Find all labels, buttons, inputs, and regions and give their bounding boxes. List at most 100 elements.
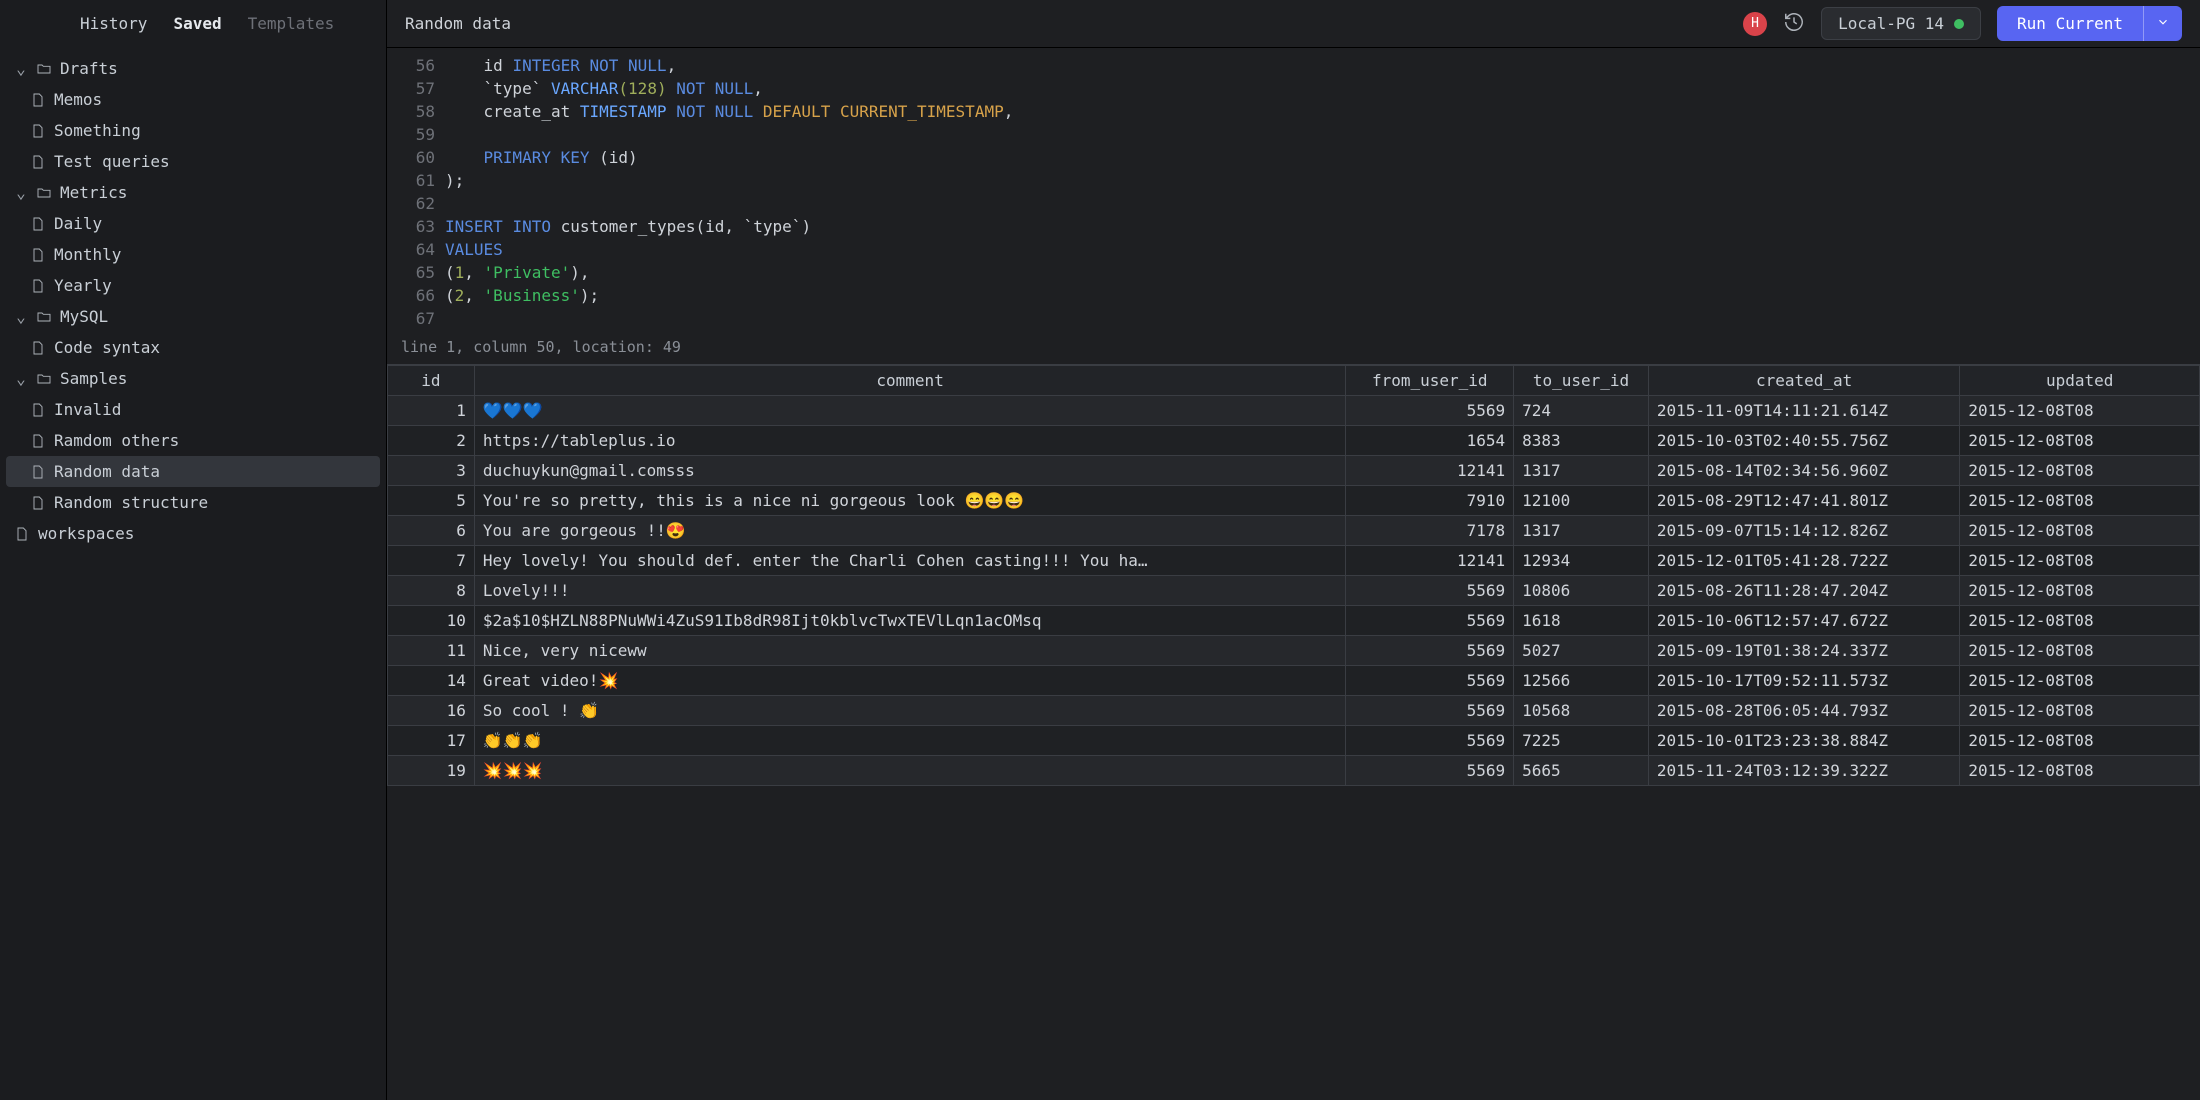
file-yearly[interactable]: Yearly (6, 270, 380, 301)
file-random-data[interactable]: Random data (6, 456, 380, 487)
table-cell[interactable]: 5569 (1346, 636, 1514, 666)
table-cell[interactable]: 2015-12-08T08 (1960, 516, 2200, 546)
table-cell[interactable]: 💥💥💥 (474, 756, 1346, 786)
file-something[interactable]: Something (6, 115, 380, 146)
sql-editor[interactable]: 565758596061626364656667 id INTEGER NOT … (387, 48, 2200, 364)
table-cell[interactable]: 1618 (1514, 606, 1649, 636)
table-cell[interactable]: So cool ! 👏 (474, 696, 1346, 726)
table-cell[interactable]: 2015-12-08T08 (1960, 546, 2200, 576)
folder-metrics[interactable]: ⌄ Metrics (6, 177, 380, 208)
table-cell[interactable]: 5027 (1514, 636, 1649, 666)
table-cell[interactable]: 17 (388, 726, 475, 756)
table-cell[interactable]: 2015-10-17T09:52:11.573Z (1648, 666, 1959, 696)
table-cell[interactable]: 2015-09-07T15:14:12.826Z (1648, 516, 1959, 546)
table-cell[interactable]: 5569 (1346, 696, 1514, 726)
table-cell[interactable]: 1654 (1346, 426, 1514, 456)
table-cell[interactable]: 2015-08-29T12:47:41.801Z (1648, 486, 1959, 516)
folder-drafts[interactable]: ⌄ Drafts (6, 53, 380, 84)
folder-mysql[interactable]: ⌄ MySQL (6, 301, 380, 332)
file-workspaces[interactable]: workspaces (6, 518, 380, 549)
table-cell[interactable]: 2015-12-01T05:41:28.722Z (1648, 546, 1959, 576)
code-lines[interactable]: id INTEGER NOT NULL, `type` VARCHAR(128)… (445, 48, 1013, 336)
table-cell[interactable]: 2015-09-19T01:38:24.337Z (1648, 636, 1959, 666)
table-cell[interactable]: 7 (388, 546, 475, 576)
table-cell[interactable]: 2015-08-28T06:05:44.793Z (1648, 696, 1959, 726)
table-cell[interactable]: 2015-12-08T08 (1960, 606, 2200, 636)
table-cell[interactable]: 12141 (1346, 546, 1514, 576)
table-row[interactable]: 2https://tableplus.io165483832015-10-03T… (388, 426, 2200, 456)
table-row[interactable]: 14Great video!💥5569125662015-10-17T09:52… (388, 666, 2200, 696)
table-cell[interactable]: 2015-10-01T23:23:38.884Z (1648, 726, 1959, 756)
table-cell[interactable]: 10568 (1514, 696, 1649, 726)
table-row[interactable]: 1💙💙💙55697242015-11-09T14:11:21.614Z2015-… (388, 396, 2200, 426)
column-header[interactable]: to_user_id (1514, 366, 1649, 396)
table-cell[interactable]: duchuykun@gmail.comsss (474, 456, 1346, 486)
table-cell[interactable]: Nice, very niceww (474, 636, 1346, 666)
column-header[interactable]: comment (474, 366, 1346, 396)
table-cell[interactable]: 7178 (1346, 516, 1514, 546)
table-cell[interactable]: 2015-12-08T08 (1960, 426, 2200, 456)
table-cell[interactable]: 6 (388, 516, 475, 546)
table-cell[interactable]: 2015-12-08T08 (1960, 636, 2200, 666)
table-cell[interactable]: You are gorgeous !!😍 (474, 516, 1346, 546)
table-row[interactable]: 17👏👏👏556972252015-10-01T23:23:38.884Z201… (388, 726, 2200, 756)
table-row[interactable]: 10$2a$10$HZLN88PNuWWi4ZuS91Ib8dR98Ijt0kb… (388, 606, 2200, 636)
table-cell[interactable]: 2015-12-08T08 (1960, 486, 2200, 516)
table-cell[interactable]: 2015-11-09T14:11:21.614Z (1648, 396, 1959, 426)
table-cell[interactable]: 11 (388, 636, 475, 666)
table-cell[interactable]: 2 (388, 426, 475, 456)
column-header[interactable]: created_at (1648, 366, 1959, 396)
table-cell[interactable]: 5569 (1346, 756, 1514, 786)
tab-saved[interactable]: Saved (173, 14, 221, 33)
file-invalid[interactable]: Invalid (6, 394, 380, 425)
column-header[interactable]: id (388, 366, 475, 396)
run-button-dropdown[interactable] (2143, 6, 2182, 41)
table-cell[interactable]: 7910 (1346, 486, 1514, 516)
table-cell[interactable]: Hey lovely! You should def. enter the Ch… (474, 546, 1346, 576)
table-cell[interactable]: 8 (388, 576, 475, 606)
file-ramdom-others[interactable]: Ramdom others (6, 425, 380, 456)
table-cell[interactable]: 5569 (1346, 726, 1514, 756)
column-header[interactable]: from_user_id (1346, 366, 1514, 396)
table-row[interactable]: 6You are gorgeous !!😍717813172015-09-07T… (388, 516, 2200, 546)
table-row[interactable]: 7Hey lovely! You should def. enter the C… (388, 546, 2200, 576)
table-cell[interactable]: 1317 (1514, 456, 1649, 486)
tab-templates[interactable]: Templates (248, 14, 335, 33)
table-cell[interactable]: 12934 (1514, 546, 1649, 576)
table-cell[interactable]: 2015-12-08T08 (1960, 756, 2200, 786)
table-cell[interactable]: 19 (388, 756, 475, 786)
table-cell[interactable]: 12100 (1514, 486, 1649, 516)
history-icon[interactable] (1783, 11, 1805, 37)
table-row[interactable]: 11Nice, very niceww556950272015-09-19T01… (388, 636, 2200, 666)
results-grid[interactable]: idcommentfrom_user_idto_user_idcreated_a… (387, 364, 2200, 1100)
file-daily[interactable]: Daily (6, 208, 380, 239)
table-cell[interactable]: 👏👏👏 (474, 726, 1346, 756)
table-cell[interactable]: 2015-10-03T02:40:55.756Z (1648, 426, 1959, 456)
table-row[interactable]: 8Lovely!!!5569108062015-08-26T11:28:47.2… (388, 576, 2200, 606)
table-cell[interactable]: https://tableplus.io (474, 426, 1346, 456)
table-cell[interactable]: 5665 (1514, 756, 1649, 786)
file-monthly[interactable]: Monthly (6, 239, 380, 270)
table-cell[interactable]: 2015-10-06T12:57:47.672Z (1648, 606, 1959, 636)
table-cell[interactable]: 1317 (1514, 516, 1649, 546)
table-cell[interactable]: Great video!💥 (474, 666, 1346, 696)
table-cell[interactable]: You're so pretty, this is a nice ni gorg… (474, 486, 1346, 516)
table-cell[interactable]: 2015-12-08T08 (1960, 666, 2200, 696)
table-cell[interactable]: 5569 (1346, 606, 1514, 636)
table-cell[interactable]: 8383 (1514, 426, 1649, 456)
avatar[interactable]: H (1743, 12, 1767, 36)
table-row[interactable]: 16So cool ! 👏5569105682015-08-28T06:05:4… (388, 696, 2200, 726)
table-cell[interactable]: 14 (388, 666, 475, 696)
file-code-syntax[interactable]: Code syntax (6, 332, 380, 363)
folder-samples[interactable]: ⌄ Samples (6, 363, 380, 394)
table-cell[interactable]: 2015-08-26T11:28:47.204Z (1648, 576, 1959, 606)
table-cell[interactable]: 10 (388, 606, 475, 636)
table-row[interactable]: 19💥💥💥556956652015-11-24T03:12:39.322Z201… (388, 756, 2200, 786)
table-cell[interactable]: 2015-11-24T03:12:39.322Z (1648, 756, 1959, 786)
table-cell[interactable]: $2a$10$HZLN88PNuWWi4ZuS91Ib8dR98Ijt0kblv… (474, 606, 1346, 636)
table-cell[interactable]: 12566 (1514, 666, 1649, 696)
table-cell[interactable]: Lovely!!! (474, 576, 1346, 606)
file-random-structure[interactable]: Random structure (6, 487, 380, 518)
table-cell[interactable]: 3 (388, 456, 475, 486)
table-row[interactable]: 5You're so pretty, this is a nice ni gor… (388, 486, 2200, 516)
